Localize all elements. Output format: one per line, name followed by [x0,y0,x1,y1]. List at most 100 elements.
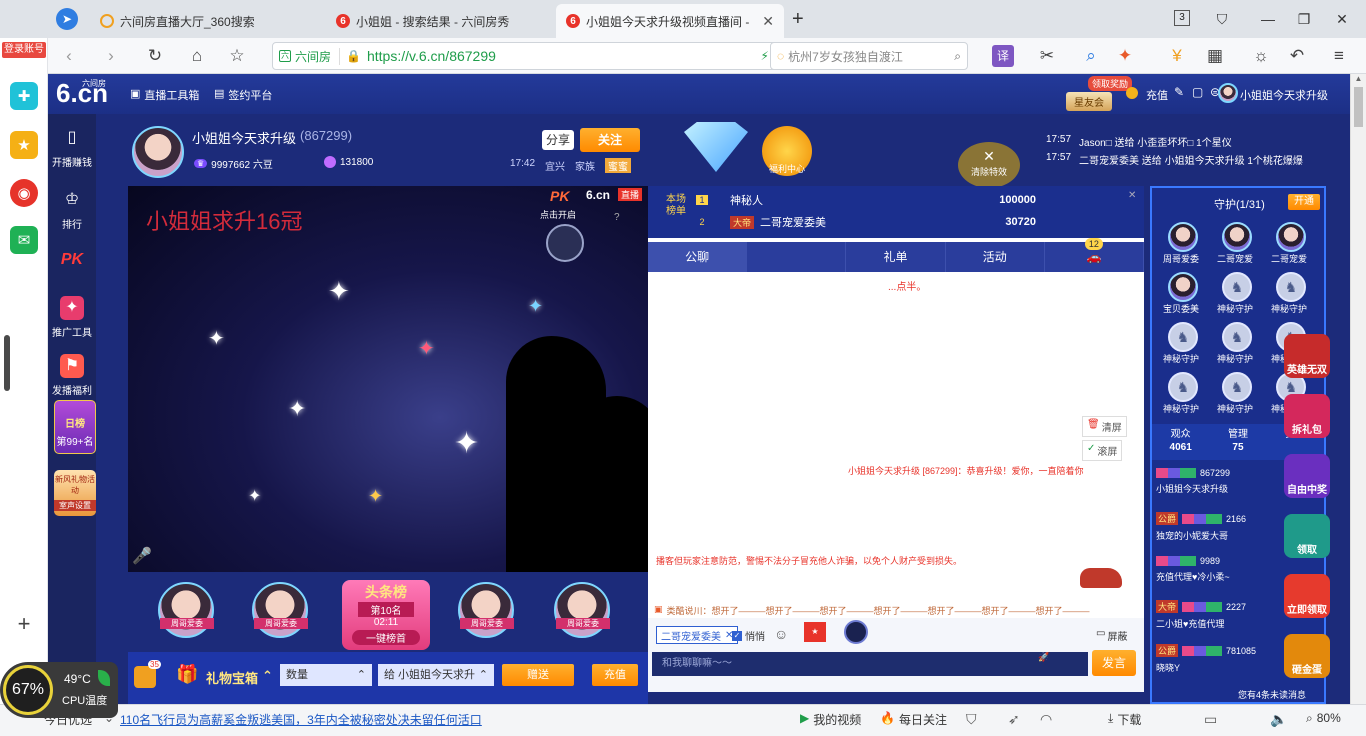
close-tab-icon[interactable]: ✕ [762,13,774,30]
fan-avatar[interactable] [458,582,514,638]
search-box[interactable]: ◌ 杭州7岁女孩独自渡江 ⌕ [770,42,968,70]
pk-emblem-icon[interactable] [546,224,584,262]
rank-row-2[interactable]: 2 大帝 二哥宠爱委美 30720 [696,214,1036,230]
brightness-icon[interactable]: ☼ [1250,45,1272,67]
special-gift-icon[interactable]: ★ [804,622,826,642]
plus-app-icon[interactable]: ✚ [10,82,38,110]
search-input[interactable]: 杭州7岁女孩独自渡江 [788,48,903,65]
guard-member[interactable]: 二哥宠爱 [1266,222,1316,265]
coin-icon[interactable]: ¥ [1166,45,1188,67]
rank-close-icon[interactable]: ✕ [1128,190,1136,201]
chat-input[interactable]: 和我聊聊嘛～～ [652,652,1088,676]
stat-0[interactable]: 观众 4061 [1152,428,1209,454]
quantity-select[interactable]: 数量 ⌃ [280,664,372,686]
login-account-button[interactable]: 登录账号 [2,42,46,58]
daily-follow-link[interactable]: 🔥 每日关注 [880,711,947,728]
tab-gift-list[interactable]: 礼单 [846,242,946,272]
mail-icon[interactable]: ✉ [10,226,38,254]
scroll-up-icon[interactable]: ▲ [1351,74,1366,83]
wifi-icon[interactable]: ◠ [1040,711,1052,728]
toolbox-link[interactable]: ▣ 直播工具箱 [130,87,199,103]
new-gift-activity-card[interactable]: 新风礼物活动 室声设置 [54,470,96,516]
tab-car[interactable]: 🚗 12 [1045,238,1145,272]
zoom-control[interactable]: ⌕ 80% [1306,711,1341,726]
sound-wave-icon[interactable] [844,620,868,644]
promo-card[interactable]: 拆礼包 [1284,394,1330,438]
tab-blank[interactable] [747,242,847,272]
recipient-chip[interactable]: 二哥宠爱委美 ✕ [656,626,739,644]
clear-screen-button[interactable]: 🗑 清屏 [1082,416,1127,437]
recharge-button[interactable]: 充值 [592,664,638,686]
tab-count-badge[interactable]: 3 [1174,10,1190,26]
nav-pk[interactable]: PK [48,248,96,276]
follow-button[interactable]: 关注 [580,128,640,152]
navigation-compass-icon[interactable]: ➤ [56,8,78,30]
forward-icon[interactable]: › [100,45,122,67]
nav-promo-tools[interactable]: ✦ 推广工具 [48,296,96,339]
voice-icon[interactable]: 🚀 [1038,652,1049,663]
sound-icon[interactable]: 🔈 [1270,711,1287,728]
menu-icon[interactable]: ≡ [1328,45,1350,67]
close-window-icon[interactable]: ✕ [1331,8,1353,30]
scroll-thumb[interactable] [1354,87,1363,127]
pk-logo[interactable]: PK [550,188,569,204]
message-icon[interactable]: ▢ [1192,85,1203,99]
nav-live-welfare[interactable]: ⚑ 发播福利 [48,354,96,397]
files-icon[interactable]: ▭ [1204,711,1217,728]
guard-member[interactable]: 二哥宠爱 [1212,222,1262,265]
guard-member[interactable]: ♞ 神秘守护 [1266,272,1316,315]
bookmark-star-icon[interactable]: ☆ [226,45,248,67]
coin-bag-icon[interactable] [134,666,156,688]
home-icon[interactable]: ⌂ [186,45,208,67]
promo-card[interactable]: 领取 [1284,514,1330,558]
recharge-link[interactable]: 充值 [1146,87,1168,103]
rank-row-1[interactable]: 1 神秘人 100000 [696,192,1036,208]
recipient-select[interactable]: 给 小姐姐今天求升 ⌃ [378,664,494,686]
mic-icon[interactable]: 🎤 [132,546,152,566]
open-guard-button[interactable]: 开通 [1288,194,1320,210]
guard-member[interactable]: ♞ 神秘守护 [1158,322,1208,365]
tab-live-room[interactable]: 6 小姐姐今天求升级视频直播间 - ✕ [556,4,784,38]
pk-start-label[interactable]: 点击开启 [540,208,576,221]
emoji-icon[interactable]: ☺ [774,626,788,642]
star-friend-button[interactable]: 星友会 [1066,92,1112,111]
add-sidebar-app-button[interactable]: + [12,612,36,636]
new-tab-button[interactable]: + [792,8,804,31]
search-tool-icon[interactable]: ⌕ [1080,45,1102,67]
sign-platform-link[interactable]: ▤ 签约平台 [214,87,272,103]
guard-member[interactable]: ♞ 神秘守护 [1158,372,1208,415]
headline-rank-card[interactable]: 头条榜 第10名 02:11 一键榜首 [342,580,430,650]
guard-member[interactable]: ♞ 神秘守护 [1212,322,1262,365]
sidebar-divider-handle[interactable] [4,335,10,391]
star-favorites-icon[interactable]: ★ [10,131,38,159]
screen-toggle[interactable]: ▭ 屏蔽 [1096,628,1127,643]
weibo-icon[interactable]: ◉ [10,179,38,207]
promo-card[interactable]: 立即领取 [1284,574,1330,618]
anchor-avatar[interactable] [132,126,184,178]
guard-member[interactable]: 周哥爱委 [1158,222,1208,265]
fan-avatar[interactable] [554,582,610,638]
undo-icon[interactable]: ↶ [1286,45,1308,67]
promo-card[interactable]: 砸金蛋 [1284,634,1330,678]
anchor-name[interactable]: 小姐姐今天求升级 (867299) [192,128,352,147]
download-link[interactable]: ⤓ 下载 [1108,711,1141,728]
minimize-icon[interactable]: — [1257,8,1279,30]
daily-rank-card[interactable]: 日榜 第99+名 [54,400,96,454]
scissors-icon[interactable]: ✂ [1036,45,1058,67]
fan-avatar[interactable] [252,582,308,638]
cpu-temperature-widget[interactable]: 67% 49°C CPU温度 [0,662,118,718]
game-controller-icon[interactable]: ✦ [1114,45,1136,67]
tab-activity[interactable]: 活动 [946,242,1045,272]
magnifier-icon[interactable]: ⌕ [954,49,961,64]
guard-member[interactable]: ♞ 神秘守护 [1212,372,1262,415]
share-button[interactable]: 分享 [542,130,574,150]
tab-public-chat[interactable]: 公聊 [648,242,748,272]
lightning-icon[interactable]: ⚡ [761,49,769,63]
guard-member[interactable]: 宝贝委美 [1158,272,1208,315]
refresh-icon[interactable]: ↻ [144,45,166,67]
user-name[interactable]: 小姐姐今天求升级 [1240,87,1328,103]
tab-360-search[interactable]: 六间房直播大厅_360搜索 [90,4,318,38]
user-avatar[interactable] [1218,83,1238,103]
nav-ranking[interactable]: ♔ 排行 [48,188,96,231]
shield-icon[interactable]: ⛉ [966,711,977,728]
